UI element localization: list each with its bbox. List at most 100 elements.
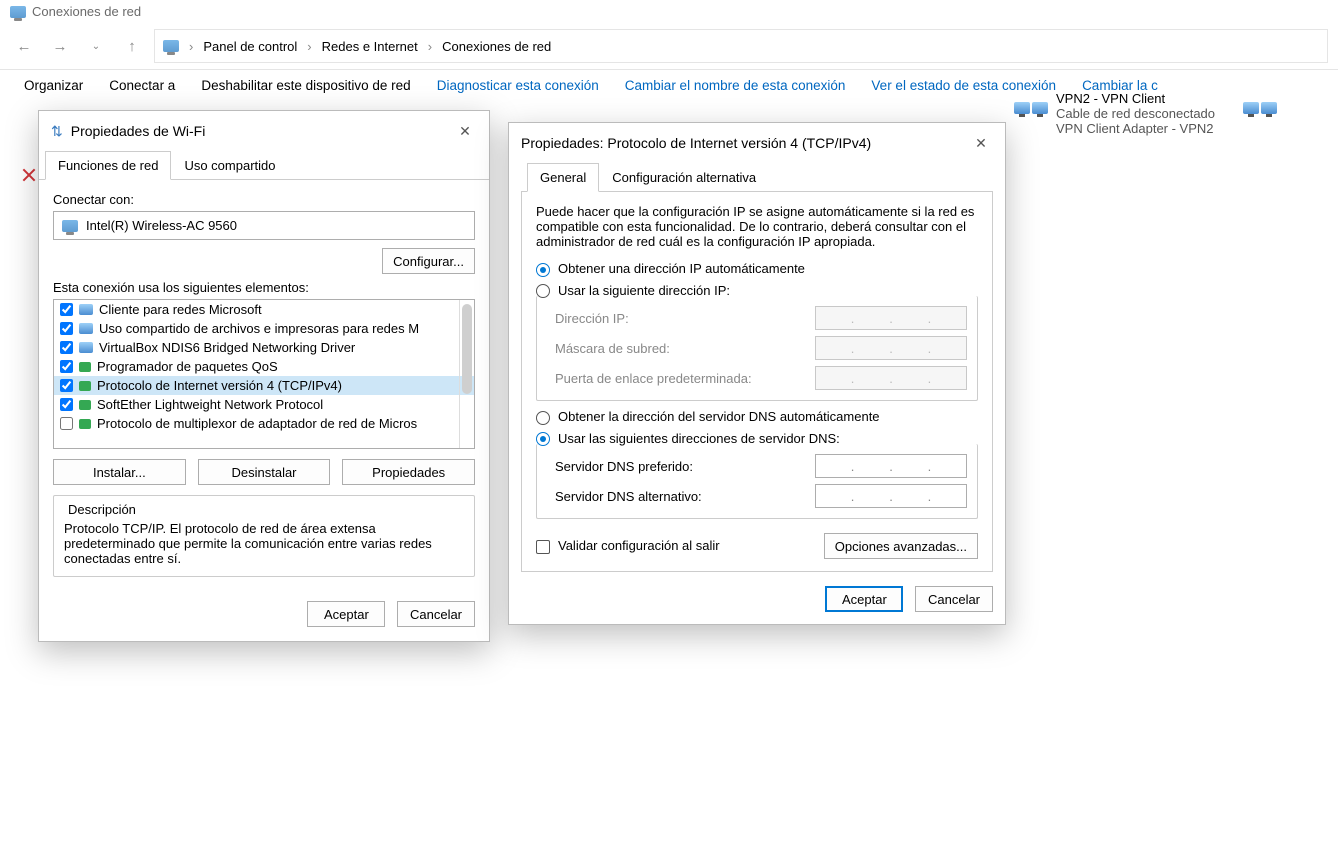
advanced-button[interactable]: Opciones avanzadas... <box>824 533 978 559</box>
intro-text: Puede hacer que la configuración IP se a… <box>536 204 978 249</box>
close-button[interactable]: ✕ <box>453 119 477 143</box>
tab-general[interactable]: General <box>527 163 599 192</box>
dns-alternate-input[interactable]: ... <box>815 484 967 508</box>
protocol-label: Uso compartido de archivos e impresoras … <box>99 321 419 336</box>
description-text: Protocolo TCP/IP. El protocolo de red de… <box>60 521 468 566</box>
tab-alternate-config[interactable]: Configuración alternativa <box>599 163 769 192</box>
protocol-label: Cliente para redes Microsoft <box>99 302 262 317</box>
protocol-label: VirtualBox NDIS6 Bridged Networking Driv… <box>99 340 355 355</box>
protocol-list[interactable]: Cliente para redes Microsoft Uso comparti… <box>53 299 475 449</box>
window-titlebar: Conexiones de red <box>0 0 1338 23</box>
tab-network-functions[interactable]: Funciones de red <box>45 151 171 180</box>
navbar: ← → ⌄ ↑ › Panel de control › Redes e Int… <box>0 23 1338 70</box>
accept-button[interactable]: Aceptar <box>307 601 385 627</box>
protocol-icon <box>79 400 91 410</box>
dns-preferred-input[interactable]: ... <box>815 454 967 478</box>
radio-ip-auto[interactable]: Obtener una dirección IP automáticamente <box>536 261 978 277</box>
ip-address-input: ... <box>815 306 967 330</box>
network-icon <box>79 342 93 353</box>
protocol-checkbox[interactable] <box>60 322 73 335</box>
protocol-label: SoftEther Lightweight Network Protocol <box>97 397 323 412</box>
protocol-checkbox[interactable] <box>60 379 73 392</box>
dialog-title: Propiedades de Wi-Fi <box>71 123 206 139</box>
adapter-field: Intel(R) Wireless-AC 9560 <box>53 211 475 240</box>
forward-button[interactable]: → <box>46 32 74 60</box>
protocol-label: Protocolo de multiplexor de adaptador de… <box>97 416 417 431</box>
close-button[interactable]: ✕ <box>969 131 993 155</box>
connection-status: Cable de red desconectado <box>1056 106 1215 121</box>
install-button[interactable]: Instalar... <box>53 459 186 485</box>
connect-with-label: Conectar con: <box>53 192 475 207</box>
wifi-icon: ⇅ <box>51 123 63 140</box>
protocol-list-item[interactable]: Protocolo de Internet versión 4 (TCP/IPv… <box>54 376 474 395</box>
protocol-icon <box>79 419 91 429</box>
breadcrumb-segment[interactable]: Panel de control <box>203 39 297 54</box>
cancel-button[interactable]: Cancelar <box>397 601 475 627</box>
breadcrumb-sep: › <box>307 39 311 54</box>
adapter-name: Intel(R) Wireless-AC 9560 <box>86 218 237 233</box>
protocol-icon <box>79 381 91 391</box>
cmd-disable[interactable]: Deshabilitar este dispositivo de red <box>201 78 410 93</box>
network-icon <box>79 304 93 315</box>
connection-icon-partial[interactable] <box>1239 91 1281 125</box>
breadcrumb-segment[interactable]: Conexiones de red <box>442 39 551 54</box>
wifi-properties-dialog: ⇅ Propiedades de Wi-Fi ✕ Funciones de re… <box>38 110 490 642</box>
uninstall-button[interactable]: Desinstalar <box>198 459 331 485</box>
protocol-list-item[interactable]: VirtualBox NDIS6 Bridged Networking Driv… <box>54 338 474 357</box>
protocol-list-item[interactable]: Uso compartido de archivos e impresoras … <box>54 319 474 338</box>
dns-preferred-label: Servidor DNS preferido: <box>555 459 693 474</box>
network-icon <box>10 6 26 18</box>
network-icon <box>163 40 179 52</box>
breadcrumb-sep: › <box>189 39 193 54</box>
gateway-input: ... <box>815 366 967 390</box>
breadcrumb-segment[interactable]: Redes e Internet <box>322 39 418 54</box>
connection-item-vpn2[interactable]: VPN2 - VPN Client Cable de red desconect… <box>1010 91 1215 136</box>
protocol-list-item[interactable]: Programador de paquetes QoS <box>54 357 474 376</box>
ipv4-properties-dialog: Propiedades: Protocolo de Internet versi… <box>508 122 1006 625</box>
ip-address-label: Dirección IP: <box>555 311 629 326</box>
dns-alternate-label: Servidor DNS alternativo: <box>555 489 702 504</box>
address-bar[interactable]: › Panel de control › Redes e Internet › … <box>154 29 1328 63</box>
disabled-x-icon <box>22 168 36 182</box>
connection-adapter: VPN Client Adapter - VPN2 <box>1056 121 1215 136</box>
dialog-title: Propiedades: Protocolo de Internet versi… <box>521 135 871 151</box>
tab-sharing[interactable]: Uso compartido <box>171 151 288 180</box>
protocol-checkbox[interactable] <box>60 303 73 316</box>
validate-checkbox[interactable]: Validar configuración al salir <box>536 538 720 554</box>
adapter-icon <box>62 220 78 232</box>
protocol-label: Programador de paquetes QoS <box>97 359 278 374</box>
protocol-list-item[interactable]: Cliente para redes Microsoft <box>54 300 474 319</box>
cmd-organize[interactable]: Organizar <box>24 78 83 93</box>
protocol-label: Protocolo de Internet versión 4 (TCP/IPv… <box>97 378 342 393</box>
protocol-checkbox[interactable] <box>60 360 73 373</box>
protocol-checkbox[interactable] <box>60 398 73 411</box>
cmd-diagnose[interactable]: Diagnosticar esta conexión <box>437 78 599 93</box>
connection-name: VPN2 - VPN Client <box>1056 91 1215 106</box>
cancel-button[interactable]: Cancelar <box>915 586 993 612</box>
configure-button[interactable]: Configurar... <box>382 248 475 274</box>
protocol-list-item[interactable]: Protocolo de multiplexor de adaptador de… <box>54 414 474 433</box>
protocol-checkbox[interactable] <box>60 417 73 430</box>
scrollbar-thumb[interactable] <box>462 304 472 394</box>
description-title: Descripción <box>64 502 140 517</box>
scrollbar[interactable] <box>459 300 474 448</box>
recent-dropdown[interactable]: ⌄ <box>82 32 110 60</box>
network-icon <box>79 323 93 334</box>
back-button[interactable]: ← <box>10 32 38 60</box>
cmd-rename[interactable]: Cambiar el nombre de esta conexión <box>625 78 846 93</box>
protocol-checkbox[interactable] <box>60 341 73 354</box>
window-title: Conexiones de red <box>32 4 141 19</box>
properties-button[interactable]: Propiedades <box>342 459 475 485</box>
subnet-mask-input: ... <box>815 336 967 360</box>
up-button[interactable]: ↑ <box>118 32 146 60</box>
accept-button[interactable]: Aceptar <box>825 586 903 612</box>
gateway-label: Puerta de enlace predeterminada: <box>555 371 752 386</box>
uses-elements-label: Esta conexión usa los siguientes element… <box>53 280 475 295</box>
cmd-connect[interactable]: Conectar a <box>109 78 175 93</box>
protocol-list-item[interactable]: SoftEther Lightweight Network Protocol <box>54 395 474 414</box>
subnet-mask-label: Máscara de subred: <box>555 341 670 356</box>
connection-icon <box>1010 91 1052 125</box>
breadcrumb-sep: › <box>428 39 432 54</box>
radio-dns-auto[interactable]: Obtener la dirección del servidor DNS au… <box>536 409 978 425</box>
protocol-icon <box>79 362 91 372</box>
